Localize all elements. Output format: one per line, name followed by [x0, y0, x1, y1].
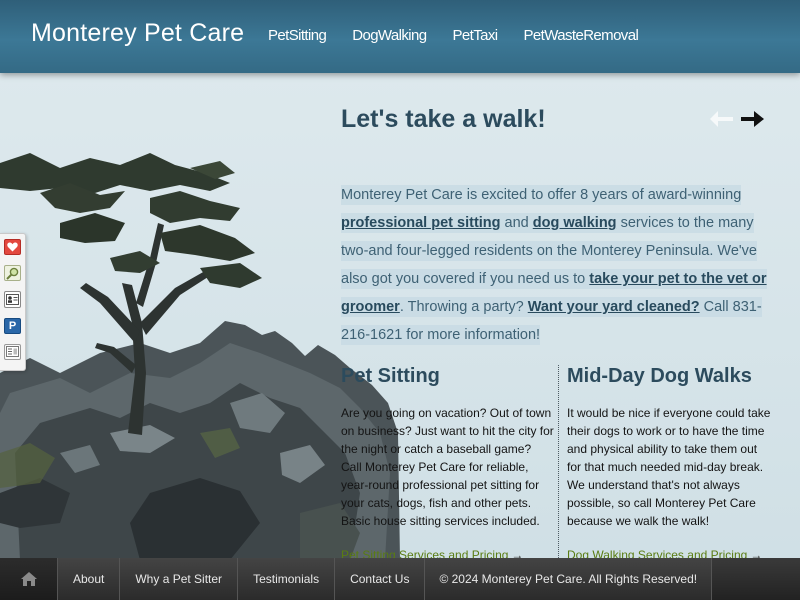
- copyright-text: © 2024 Monterey Pet Care. All Rights Res…: [425, 558, 713, 600]
- pet-sitting-text: Are you going on vacation? Out of town o…: [341, 406, 554, 528]
- site-footer: About Why a Pet Sitter Testimonials Cont…: [0, 558, 800, 600]
- column-divider: [558, 365, 559, 560]
- dog-walking-link[interactable]: dog walking: [533, 215, 617, 231]
- site-header: Monterey Pet Care PetSitting DogWalking …: [0, 0, 800, 73]
- main-nav: PetSitting DogWalking PetTaxi PetWasteRe…: [268, 27, 664, 44]
- site-title[interactable]: Monterey Pet Care: [31, 19, 244, 48]
- dog-walks-section: Mid-Day Dog Walks It would be nice if ev…: [567, 365, 773, 562]
- intro-text-4: . Throwing a party?: [399, 299, 528, 315]
- intro-paragraph: Monterey Pet Care is excited to offer 8 …: [341, 181, 767, 349]
- p-badge-icon[interactable]: P: [4, 317, 21, 334]
- dog-walks-heading: Mid-Day Dog Walks: [567, 365, 752, 387]
- intro-text-2: and: [500, 215, 533, 231]
- nav-pet-waste-removal[interactable]: PetWasteRemoval: [524, 27, 639, 44]
- footer-link-contact[interactable]: Contact Us: [335, 558, 426, 600]
- nav-dog-walking[interactable]: DogWalking: [352, 27, 427, 44]
- nav-pet-sitting[interactable]: PetSitting: [268, 27, 327, 44]
- home-button[interactable]: [0, 558, 58, 600]
- home-icon: [20, 572, 37, 586]
- social-share-bar: P: [0, 233, 26, 371]
- search-icon[interactable]: [4, 265, 21, 282]
- pet-sitting-heading: Pet Sitting: [341, 365, 440, 387]
- cypress-rock-illustration: [0, 153, 400, 560]
- news-icon[interactable]: [4, 343, 21, 361]
- heart-icon[interactable]: [4, 239, 21, 256]
- pet-sitting-section: Pet Sitting Are you going on vacation? O…: [341, 365, 554, 562]
- footer-link-testimonials[interactable]: Testimonials: [238, 558, 336, 600]
- contact-card-icon[interactable]: [4, 291, 21, 308]
- nav-pet-taxi[interactable]: PetTaxi: [453, 27, 499, 44]
- professional-pet-sitting-link[interactable]: professional pet sitting: [341, 215, 501, 231]
- yard-cleaning-link[interactable]: Want your yard cleaned?: [528, 299, 700, 315]
- intro-text-1: Monterey Pet Care is excited to offer 8 …: [341, 187, 742, 203]
- page-title: Let's take a walk!: [341, 105, 546, 133]
- arrow-left-icon[interactable]: [707, 107, 737, 131]
- slider-controls: [707, 107, 767, 131]
- footer-link-about[interactable]: About: [58, 558, 121, 600]
- dog-walks-text: It would be nice if everyone could take …: [567, 406, 771, 528]
- footer-link-why-pet-sitter[interactable]: Why a Pet Sitter: [120, 558, 239, 600]
- arrow-right-icon[interactable]: [737, 107, 767, 131]
